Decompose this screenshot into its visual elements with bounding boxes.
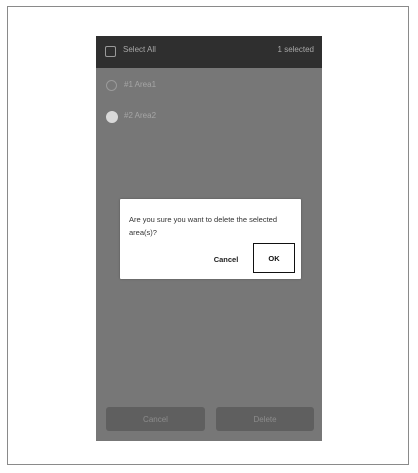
radio-unchecked-icon[interactable] — [106, 80, 117, 91]
area-label: #1 Area1 — [124, 80, 157, 89]
selected-count: 1 selected — [277, 45, 314, 54]
radio-checked-icon[interactable] — [106, 111, 118, 123]
area-list-item[interactable]: #1 Area1 — [96, 71, 322, 101]
dialog-ok-button[interactable]: OK — [253, 243, 295, 273]
area-list-item[interactable]: #2 Area2 — [96, 102, 322, 132]
selection-header: Select All 1 selected — [96, 36, 322, 68]
phone-screen: Select All 1 selected #1 Area1 #2 Area2 … — [96, 36, 322, 441]
area-label: #2 Area2 — [124, 111, 157, 120]
select-all-label: Select All — [123, 45, 156, 54]
dialog-cancel-button[interactable]: Cancel — [209, 249, 243, 269]
cancel-button[interactable]: Cancel — [106, 407, 205, 431]
delete-confirm-dialog: Are you sure you want to delete the sele… — [120, 199, 301, 279]
select-all-checkbox[interactable] — [105, 46, 116, 57]
delete-button[interactable]: Delete — [216, 407, 314, 431]
dialog-message: Are you sure you want to delete the sele… — [129, 215, 278, 237]
